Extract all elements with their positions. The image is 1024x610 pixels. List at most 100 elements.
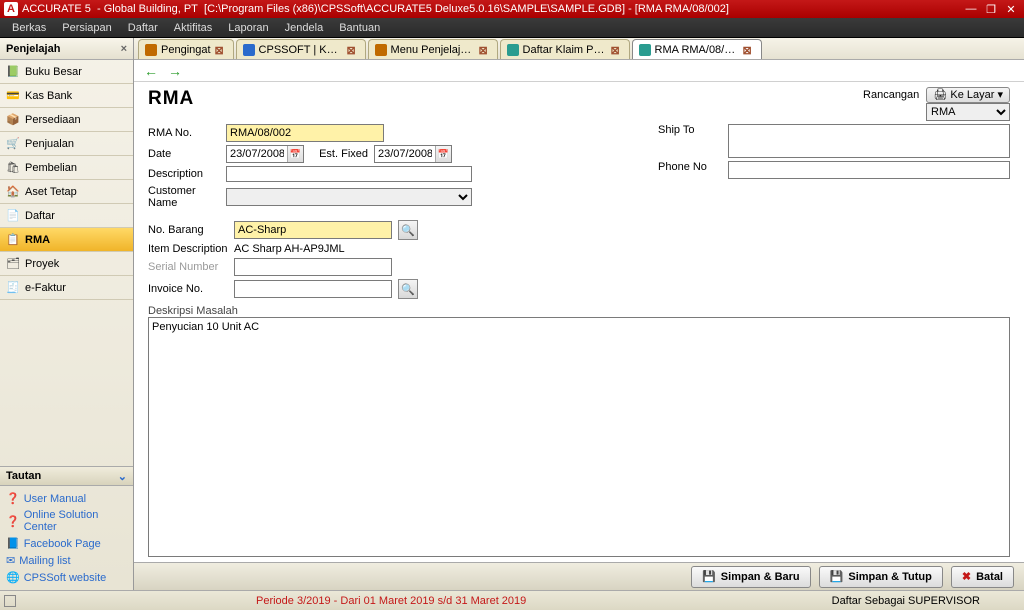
save-icon: 💾 [702, 570, 716, 583]
sidebar-item-proyek[interactable]: 🗂Proyek [0, 252, 133, 276]
est-fixed-label: Est. Fixed [310, 148, 368, 160]
tautan-header[interactable]: Tautan⌄ [0, 466, 133, 486]
tab-icon [639, 44, 651, 56]
sidebar-item-label: Persediaan [25, 114, 81, 126]
rancangan-label: Rancangan [863, 89, 919, 101]
ke-layar-button[interactable]: 🖨 Ke Layar ▾ [926, 87, 1010, 103]
ship-to-input[interactable] [728, 124, 1010, 158]
cancel-button[interactable]: ✖Batal [951, 566, 1014, 588]
no-barang-input[interactable] [234, 221, 392, 239]
lookup-barang-button[interactable]: 🔍 [398, 220, 418, 240]
link-icon: ✉ [6, 554, 15, 567]
no-barang-label: No. Barang [148, 224, 228, 236]
menu-bantuan[interactable]: Bantuan [331, 20, 388, 36]
tab-close-icon[interactable]: ⊠ [611, 44, 623, 56]
sidebar-item-buku-besar[interactable]: 📗 Buku Besar [0, 60, 133, 84]
customer-label: Customer Name [148, 185, 220, 209]
sidebar-item-label: Buku Besar [25, 66, 82, 78]
sidebar-item-label: Kas Bank [25, 90, 72, 102]
page-title: RMA [148, 88, 194, 110]
sidebar-item-label: Daftar [25, 210, 55, 222]
document-tabs: Pengingat⊠CPSSOFT | Kemudahan Bis...⊠Men… [134, 38, 1024, 60]
menu-berkas[interactable]: Berkas [4, 20, 54, 36]
tab-close-icon[interactable]: ⊠ [215, 44, 227, 56]
titlebar: A ACCURATE 5 - Global Building, PT [C:\P… [0, 0, 1024, 18]
phone-label: Phone No [658, 161, 722, 173]
sidebar-item-rma[interactable]: 📋RMA [0, 228, 133, 252]
sidebar: Penjelajah × 📗Buku Besar💳Kas Bank📦Persed… [0, 38, 134, 590]
menu-daftar[interactable]: Daftar [120, 20, 166, 36]
customer-select[interactable] [226, 188, 472, 206]
sidebar-close-icon[interactable]: × [121, 43, 127, 55]
nav-icon: 📄 [6, 209, 20, 223]
date-input[interactable] [227, 146, 287, 162]
rma-no-label: RMA No. [148, 127, 220, 139]
menu-persiapan[interactable]: Persiapan [54, 20, 120, 36]
menubar: Berkas Persiapan Daftar Aktifitas Lapora… [0, 18, 1024, 38]
nav-icon: 🗂 [6, 257, 20, 271]
tab-daftar-klaim-pelangg-[interactable]: Daftar Klaim Pelangg...⊠ [500, 39, 630, 59]
ship-to-label: Ship To [658, 124, 722, 136]
link-icon: ❓ [6, 515, 20, 528]
nav-icon: 🛍 [6, 161, 20, 175]
tab-menu-penjelajah-accur-[interactable]: Menu Penjelajah Accur... ⊠ [368, 39, 498, 59]
sidebar-item-e-faktur[interactable]: 🧾e-Faktur [0, 276, 133, 300]
calendar-icon[interactable]: 📅 [287, 146, 303, 162]
save-new-button[interactable]: 💾Simpan & Baru [691, 566, 811, 588]
minimize-button[interactable]: — [962, 2, 980, 16]
tab-close-icon[interactable]: ⊠ [743, 44, 755, 56]
menu-jendela[interactable]: Jendela [277, 20, 332, 36]
description-input[interactable] [226, 166, 472, 182]
sidebar-item-label: Penjualan [25, 138, 74, 150]
sidebar-item-persediaan[interactable]: 📦 Persediaan [0, 108, 133, 132]
nav-icon: 🏠 [6, 185, 20, 199]
save-close-button[interactable]: 💾Simpan & Tutup [819, 566, 943, 588]
serial-input[interactable] [234, 258, 392, 276]
tab-rma-rma-08-002[interactable]: RMA RMA/08/002⊠ [632, 39, 762, 59]
sidebar-item-kas-bank[interactable]: 💳Kas Bank [0, 84, 133, 108]
menu-laporan[interactable]: Laporan [220, 20, 276, 36]
date-label: Date [148, 148, 220, 160]
close-button[interactable]: ✕ [1002, 2, 1020, 16]
description-label: Description [148, 168, 220, 180]
link-facebook-page[interactable]: 📘Facebook Page [6, 535, 127, 552]
back-arrow-icon[interactable]: ← [142, 63, 160, 79]
tab-label: Menu Penjelajah Accur... [391, 44, 475, 56]
sidebar-item-penjualan[interactable]: 🛒Penjualan [0, 132, 133, 156]
link-online-solution-center[interactable]: ❓Online Solution Center [6, 507, 127, 535]
nav-icon: 📦 [6, 113, 20, 127]
tab-icon [243, 44, 255, 56]
link-mailing-list[interactable]: ✉Mailing list [6, 552, 127, 569]
chevron-down-icon: ⌄ [118, 470, 127, 483]
phone-input[interactable] [728, 161, 1010, 179]
lookup-invoice-button[interactable]: 🔍 [398, 279, 418, 299]
rma-no-input[interactable] [226, 124, 384, 142]
template-select[interactable]: RMA [926, 103, 1010, 121]
nav-arrows: ← → [134, 60, 1024, 82]
sidebar-item-pembelian[interactable]: 🛍Pembelian [0, 156, 133, 180]
tab-close-icon[interactable]: ⊠ [479, 44, 491, 56]
invoice-label: Invoice No. [148, 283, 228, 295]
menu-aktifitas[interactable]: Aktifitas [166, 20, 221, 36]
maximize-button[interactable]: ❐ [982, 2, 1000, 16]
sidebar-item-aset-tetap[interactable]: 🏠 Aset Tetap [0, 180, 133, 204]
tab-icon [375, 44, 387, 56]
tab-close-icon[interactable]: ⊠ [347, 44, 359, 56]
sidebar-item-daftar[interactable]: 📄 Daftar [0, 204, 133, 228]
rma-form: RMA Rancangan 🖨 Ke Layar ▾ RMA RMA No. D… [134, 82, 1024, 562]
sidebar-item-label: Aset Tetap [25, 186, 77, 198]
link-cpssoft-website[interactable]: 🌐CPSSoft website [6, 569, 127, 586]
deskripsi-masalah-input[interactable]: Penyucian 10 Unit AC [148, 317, 1010, 557]
est-fixed-input[interactable] [375, 146, 435, 162]
calendar-icon[interactable]: 📅 [435, 146, 451, 162]
link-user-manual[interactable]: ❓User Manual [6, 490, 127, 507]
invoice-input[interactable] [234, 280, 392, 298]
nav-icon: 📗 [6, 65, 20, 79]
forward-arrow-icon[interactable]: → [166, 63, 184, 79]
tab-pengingat[interactable]: Pengingat⊠ [138, 39, 234, 59]
link-icon: 📘 [6, 537, 20, 550]
status-bar: Periode 3/2019 - Dari 01 Maret 2019 s/d … [0, 590, 1024, 610]
tab-cpssoft-kemudahan-bis-[interactable]: CPSSOFT | Kemudahan Bis...⊠ [236, 39, 366, 59]
status-box [4, 595, 16, 607]
nav-icon: 📋 [6, 233, 20, 247]
